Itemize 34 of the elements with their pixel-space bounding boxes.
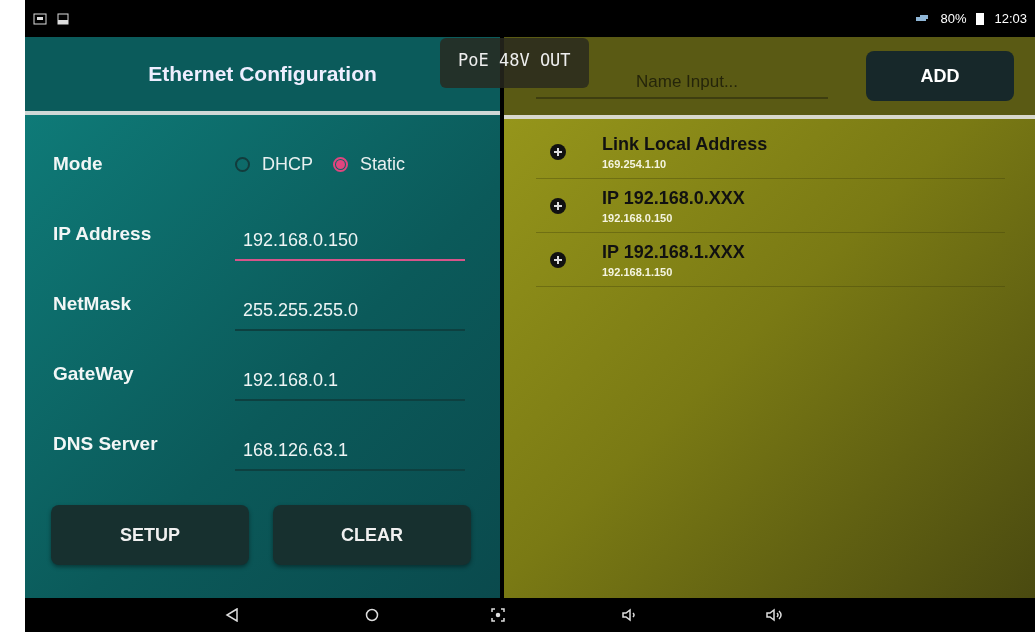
field-label: DNS Server <box>53 433 159 455</box>
clear-button[interactable]: CLEAR <box>273 505 471 565</box>
input-field[interactable]: 192.168.0.150 <box>235 221 465 261</box>
input-field[interactable]: 192.168.0.1 <box>235 361 465 401</box>
plus-icon <box>550 197 566 214</box>
screenshot-icon[interactable] <box>491 608 505 622</box>
preset-title: IP 192.168.1.XXX <box>602 241 745 263</box>
volume-up-icon[interactable] <box>766 608 784 622</box>
field-label: Mode <box>53 153 104 175</box>
panel-title: Ethernet Configuration <box>148 62 377 86</box>
volume-down-icon[interactable] <box>622 608 638 622</box>
field-label: IP Address <box>53 223 153 245</box>
field-label: GateWay <box>53 363 135 385</box>
plus-icon <box>550 143 566 160</box>
radio-option[interactable]: Static <box>333 153 406 175</box>
clock: 12:03 <box>994 11 1027 26</box>
plus-icon <box>550 251 566 268</box>
preset-title: IP 192.168.0.XXX <box>602 187 745 209</box>
preset-address: 169.254.1.10 <box>602 157 668 170</box>
add-button[interactable]: ADD <box>866 51 1014 101</box>
radio-option[interactable]: DHCP <box>235 153 313 175</box>
back-icon[interactable] <box>225 608 239 622</box>
battery-icon <box>976 12 985 25</box>
input-field[interactable]: 168.126.63.1 <box>235 431 465 471</box>
home-icon[interactable] <box>365 608 379 622</box>
input-field[interactable]: 255.255.255.0 <box>235 291 465 331</box>
image-icon <box>57 12 69 25</box>
battery-percent: 80% <box>940 11 967 26</box>
preset-address: 192.168.0.150 <box>602 211 674 224</box>
preset-address: 192.168.1.150 <box>602 265 674 278</box>
setup-button[interactable]: SETUP <box>51 505 249 565</box>
field-label: NetMask <box>53 293 133 315</box>
preset-title: Link Local Address <box>602 133 768 155</box>
toast-message: PoE 48V OUT <box>440 38 589 88</box>
